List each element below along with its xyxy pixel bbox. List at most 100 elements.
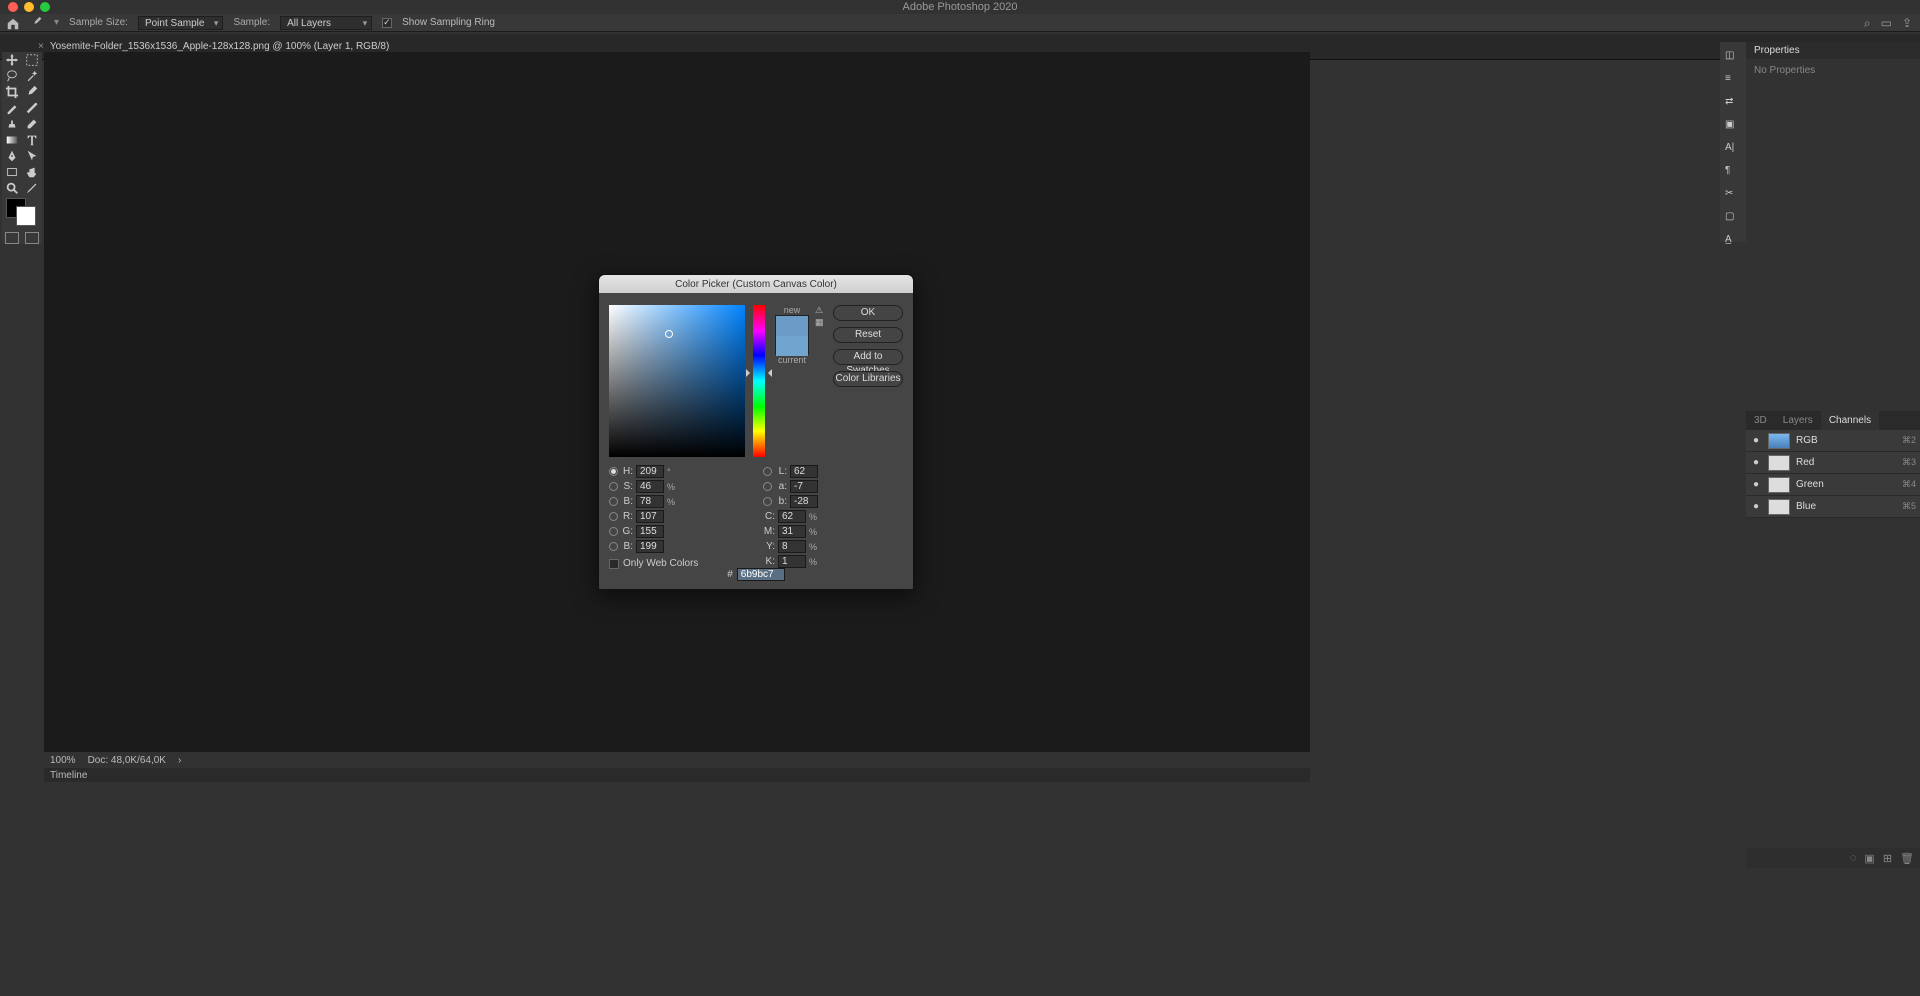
pen-tool[interactable] <box>2 148 22 164</box>
visibility-icon[interactable]: ● <box>1750 501 1762 512</box>
tab-3d[interactable]: 3D <box>1746 411 1775 430</box>
eraser-tool[interactable] <box>22 116 42 132</box>
magic-wand-tool[interactable] <box>22 68 42 84</box>
bch-input[interactable] <box>636 540 664 553</box>
a-input[interactable] <box>790 480 818 493</box>
character-icon[interactable]: A| <box>1725 142 1741 153</box>
visibility-icon[interactable]: ● <box>1750 479 1762 490</box>
search-icon[interactable]: ⌕ <box>1864 16 1871 31</box>
zoom-level[interactable]: 100% <box>50 755 76 766</box>
gamut-warning-icon[interactable]: ⚠ <box>815 305 825 315</box>
adjustments-icon[interactable]: ≡ <box>1725 73 1741 84</box>
labb-input[interactable] <box>790 495 818 508</box>
share-icon[interactable]: ⇪ <box>1902 16 1912 31</box>
document-tab[interactable]: × Yosemite-Folder_1536x1536_Apple-128x12… <box>38 41 389 52</box>
hand-tool[interactable] <box>22 164 42 180</box>
frame-icon[interactable]: ▭ <box>1881 16 1892 31</box>
channel-row-green[interactable]: ● Green ⌘4 <box>1746 474 1920 496</box>
ok-button[interactable]: OK <box>833 305 903 321</box>
c-input[interactable] <box>778 510 806 523</box>
save-selection-icon[interactable]: ▣ <box>1864 852 1874 865</box>
paragraph-icon[interactable]: ¶ <box>1725 165 1741 176</box>
brush-tool[interactable] <box>22 100 42 116</box>
layer-comps-icon[interactable]: ▢ <box>1725 211 1741 222</box>
hex-input[interactable] <box>737 568 785 581</box>
hue-handle-right[interactable] <box>764 369 772 377</box>
l-radio[interactable] <box>763 467 772 476</box>
bch-radio[interactable] <box>609 542 618 551</box>
only-web-colors-checkbox[interactable] <box>609 559 619 569</box>
close-tab-icon[interactable]: × <box>38 41 44 52</box>
glyphs-icon[interactable]: A̲ <box>1725 234 1741 245</box>
load-selection-icon[interactable]: ◌ <box>1850 852 1857 864</box>
delete-channel-icon[interactable]: 🗑 <box>1900 852 1914 865</box>
color-swatches[interactable] <box>2 196 42 226</box>
crop-tool[interactable] <box>2 84 22 100</box>
r-input[interactable] <box>636 510 664 523</box>
libraries-icon[interactable]: ▣ <box>1725 119 1741 130</box>
m-input[interactable] <box>778 525 806 538</box>
s-input[interactable] <box>636 480 664 493</box>
show-sampling-ring-checkbox[interactable] <box>382 18 392 28</box>
saturation-brightness-field[interactable] <box>609 305 745 457</box>
labb-label: b: <box>775 496 787 507</box>
marquee-tool[interactable] <box>22 52 42 68</box>
histogram-icon[interactable]: ◫ <box>1725 50 1741 61</box>
hue-handle-left[interactable] <box>746 369 754 377</box>
eyedropper-tool[interactable] <box>22 84 42 100</box>
visibility-icon[interactable]: ● <box>1750 435 1762 446</box>
brushes-icon[interactable]: ✂ <box>1725 188 1741 199</box>
sample-size-dropdown[interactable]: Point Sample <box>138 16 223 30</box>
clone-stamp-tool[interactable] <box>2 116 22 132</box>
zoom-tool[interactable] <box>2 180 22 196</box>
tab-channels[interactable]: Channels <box>1821 411 1879 430</box>
r-radio[interactable] <box>609 512 618 521</box>
channel-row-blue[interactable]: ● Blue ⌘5 <box>1746 496 1920 518</box>
channel-row-rgb[interactable]: ● RGB ⌘2 <box>1746 430 1920 452</box>
new-channel-icon[interactable]: ⊞ <box>1883 852 1892 865</box>
g-radio[interactable] <box>609 527 618 536</box>
g-input[interactable] <box>636 525 664 538</box>
chevron-right-icon[interactable]: › <box>178 755 181 766</box>
eyedropper-icon[interactable] <box>30 16 44 30</box>
sb-cursor[interactable] <box>665 330 673 338</box>
lasso-tool[interactable] <box>2 68 22 84</box>
caret-down-icon[interactable]: ▾ <box>54 17 59 28</box>
timeline-panel[interactable]: Timeline <box>44 768 1310 782</box>
sample-dropdown[interactable]: All Layers <box>280 16 372 30</box>
reset-button[interactable]: Reset <box>833 327 903 343</box>
close-window-button[interactable] <box>8 2 18 12</box>
hue-slider[interactable] <box>753 305 765 457</box>
type-tool[interactable] <box>22 132 42 148</box>
move-tool[interactable] <box>2 52 22 68</box>
screenmode-icon[interactable] <box>25 232 39 244</box>
websafe-warning-icon[interactable]: ▦ <box>815 317 825 327</box>
h-radio[interactable] <box>609 467 618 476</box>
color-libraries-button[interactable]: Color Libraries <box>833 371 903 387</box>
gradient-tool[interactable] <box>2 132 22 148</box>
bv-radio[interactable] <box>609 497 618 506</box>
healing-brush-tool[interactable] <box>2 100 22 116</box>
home-icon[interactable] <box>6 17 20 29</box>
background-color-swatch[interactable] <box>16 206 36 226</box>
visibility-icon[interactable]: ● <box>1750 457 1762 468</box>
y-input[interactable] <box>778 540 806 553</box>
add-to-swatches-button[interactable]: Add to Swatches <box>833 349 903 365</box>
k-input[interactable] <box>778 555 806 568</box>
dodge-tool[interactable] <box>22 180 42 196</box>
quickmask-icon[interactable] <box>5 232 19 244</box>
rectangle-tool[interactable] <box>2 164 22 180</box>
bv-input[interactable] <box>636 495 664 508</box>
swap-icon[interactable]: ⇄ <box>1725 96 1741 107</box>
channel-row-red[interactable]: ● Red ⌘3 <box>1746 452 1920 474</box>
path-selection-tool[interactable] <box>22 148 42 164</box>
minimize-window-button[interactable] <box>24 2 34 12</box>
s-radio[interactable] <box>609 482 618 491</box>
a-radio[interactable] <box>763 482 772 491</box>
h-input[interactable] <box>636 465 664 478</box>
current-color-swatch[interactable] <box>776 336 808 356</box>
labb-radio[interactable] <box>763 497 772 506</box>
maximize-window-button[interactable] <box>40 2 50 12</box>
l-input[interactable] <box>790 465 818 478</box>
tab-layers[interactable]: Layers <box>1775 411 1821 430</box>
